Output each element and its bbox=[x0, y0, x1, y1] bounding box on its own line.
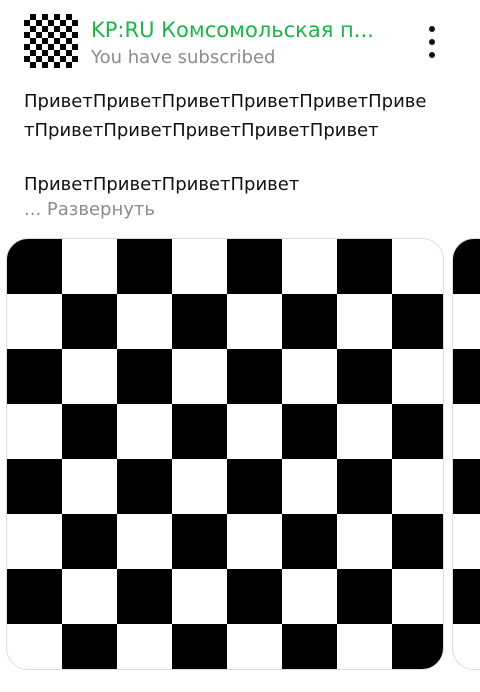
post-header: KP:RU Комсомольская п... You have subscr… bbox=[0, 0, 480, 82]
ellipsis-dot bbox=[429, 26, 435, 32]
main-media-card[interactable] bbox=[6, 238, 444, 670]
channel-name[interactable]: KP:RU Комсомольская п... bbox=[91, 16, 391, 44]
vertical-ellipsis-icon bbox=[429, 26, 435, 58]
post-text: ПриветПриветПриветПриветПриветПриве тПри… bbox=[24, 87, 454, 224]
ellipsis-dot bbox=[429, 39, 435, 45]
ellipsis-text: ... bbox=[24, 199, 42, 220]
media-gallery bbox=[6, 238, 480, 670]
post-text-line: тПриветПриветПриветПриветПривет bbox=[24, 120, 379, 141]
expand-post-link[interactable]: Развернуть bbox=[47, 199, 155, 220]
expand-row: ... Развернуть bbox=[24, 195, 454, 224]
next-media-card[interactable] bbox=[452, 238, 480, 670]
subscription-status: You have subscribed bbox=[91, 47, 276, 68]
ellipsis-dot bbox=[429, 52, 435, 58]
post-text-line: ПриветПриветПриветПриветПриветПриве bbox=[24, 91, 427, 112]
more-options-button[interactable] bbox=[412, 20, 452, 64]
channel-avatar-icon[interactable] bbox=[24, 14, 78, 68]
